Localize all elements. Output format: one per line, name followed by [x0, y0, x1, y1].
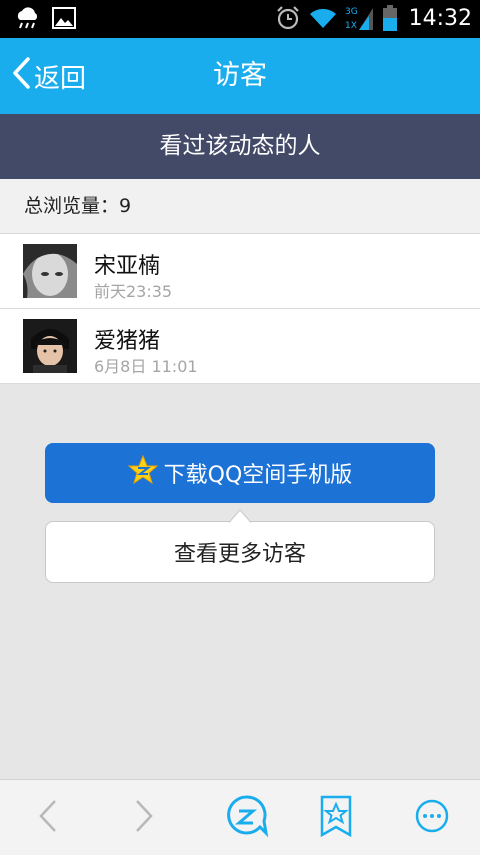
- bookmark-button[interactable]: [306, 780, 366, 855]
- visitor-name: 爱猪猪: [94, 329, 161, 354]
- qzone-home-icon: [220, 793, 272, 843]
- more-visitors-button[interactable]: 查看更多访客: [45, 521, 435, 583]
- wifi-icon: [309, 6, 337, 30]
- chevron-left-icon: [10, 56, 34, 97]
- callout-arrow: [229, 509, 251, 523]
- back-label: 返回: [34, 63, 87, 94]
- forward-arrow-icon: [133, 798, 155, 838]
- view-count-row: 总浏览量：9: [0, 179, 480, 234]
- qzone-star-icon: [127, 454, 164, 491]
- visit-time: 6月8日 11:01: [94, 357, 198, 376]
- image-icon: [52, 7, 76, 29]
- alarm-icon: [275, 5, 301, 31]
- more-visitors-wrapper: 查看更多访客: [45, 509, 435, 584]
- menu-button[interactable]: [402, 780, 462, 855]
- title-bar: 返回 访客: [0, 38, 480, 114]
- download-app-button[interactable]: 下载QQ空间手机版: [45, 443, 435, 503]
- back-arrow-button[interactable]: [18, 780, 78, 855]
- section-title: 看过该动态的人: [0, 114, 480, 179]
- signal-icon: 3G 1X: [345, 4, 375, 32]
- avatar[interactable]: [23, 244, 77, 298]
- status-bar: 3G 1X 14:32: [0, 0, 480, 38]
- qzone-home-button[interactable]: [216, 780, 276, 855]
- more-visitors-label: 查看更多访客: [173, 542, 306, 567]
- svg-text:3G: 3G: [345, 7, 358, 17]
- visit-time: 前天23:35: [94, 282, 173, 301]
- download-label: 下载QQ空间手机版: [163, 463, 353, 488]
- weather-icon: [14, 6, 40, 30]
- svg-text:1X: 1X: [345, 21, 357, 31]
- list-item[interactable]: 爱猪猪 6月8日 11:01: [0, 309, 480, 384]
- battery-icon: [382, 5, 397, 31]
- bottom-toolbar: [0, 779, 480, 855]
- list-item[interactable]: 宋亚楠 前天23:35: [0, 234, 480, 309]
- menu-icon: [412, 796, 452, 840]
- bookmark-star-icon: [319, 795, 353, 841]
- status-time: 14:32: [408, 5, 472, 31]
- avatar[interactable]: [23, 319, 77, 373]
- visitor-list: 宋亚楠 前天23:35 爱猪猪 6月8日 11:01: [0, 234, 480, 384]
- forward-arrow-button[interactable]: [114, 780, 174, 855]
- back-arrow-icon: [37, 798, 59, 838]
- view-count-text: 总浏览量：9: [24, 195, 132, 217]
- back-button[interactable]: 返回: [10, 38, 86, 114]
- visitor-name: 宋亚楠: [94, 254, 161, 279]
